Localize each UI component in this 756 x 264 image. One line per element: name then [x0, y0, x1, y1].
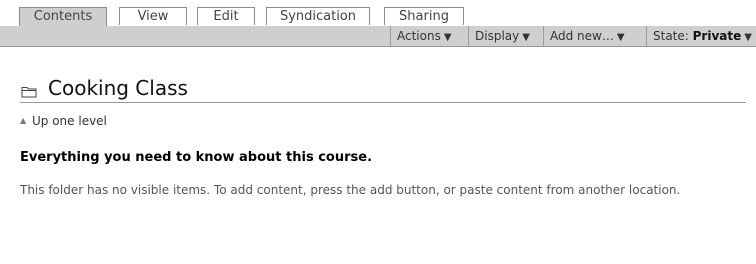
state-menu-prefix: State: — [653, 29, 693, 43]
actions-menu[interactable]: Actions ▼ — [390, 26, 468, 47]
content-tabs: Contents View Edit Syndication Sharing — [0, 0, 756, 27]
tab-view[interactable]: View — [119, 7, 187, 25]
down-triangle-icon: ▼ — [443, 32, 452, 43]
tab-edit[interactable]: Edit — [197, 7, 255, 25]
up-triangle-icon: ▲ — [20, 116, 27, 125]
add-new-menu-label: Add new… — [550, 29, 614, 43]
display-menu-label: Display — [475, 29, 520, 43]
add-new-menu[interactable]: Add new… ▼ — [543, 26, 646, 47]
action-bar: Actions ▼ Display ▼ Add new… ▼ State: Priva… — [0, 26, 756, 47]
folder-icon — [21, 83, 37, 102]
actions-menu-label: Actions — [397, 29, 441, 43]
up-one-level-label: Up one level — [32, 114, 107, 128]
folder-description: Everything you need to know about this c… — [20, 150, 373, 165]
tab-syndication[interactable]: Syndication — [266, 7, 370, 25]
page-header: Cooking Class — [20, 76, 746, 103]
state-menu[interactable]: State: Private ▼ — [646, 26, 756, 47]
up-one-level-link[interactable]: ▲ Up one level — [20, 114, 107, 128]
page-title: Cooking Class — [48, 76, 188, 100]
empty-folder-message: This folder has no visible items. To add… — [20, 183, 681, 197]
state-value: Private — [692, 29, 742, 43]
down-triangle-icon: ▼ — [522, 32, 530, 43]
display-menu[interactable]: Display ▼ — [468, 26, 543, 47]
down-triangle-icon: ▼ — [744, 32, 752, 43]
down-triangle-icon: ▼ — [616, 32, 625, 43]
tab-sharing[interactable]: Sharing — [384, 7, 464, 25]
tab-contents[interactable]: Contents — [19, 7, 107, 27]
